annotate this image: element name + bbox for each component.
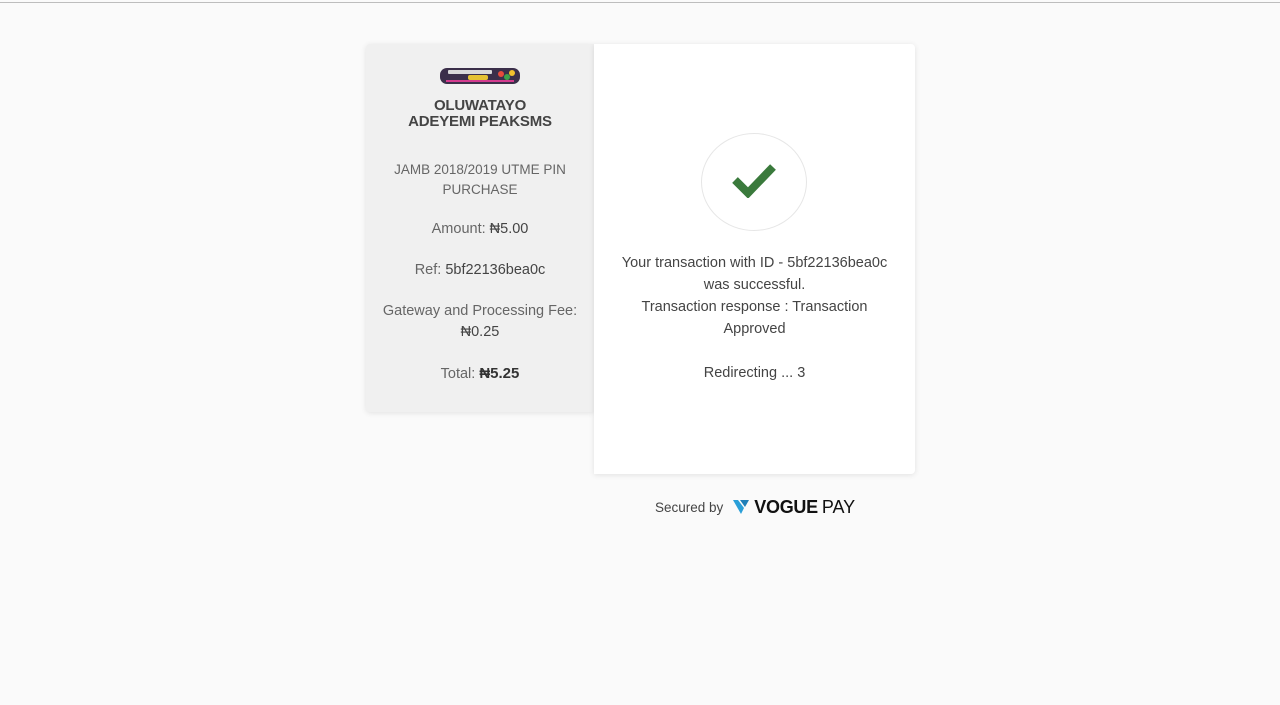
- voguepay-logo-icon: [733, 500, 750, 514]
- success-badge: [701, 133, 807, 231]
- order-summary-panel: OLUWATAYO ADEYEMI PEAKSMS JAMB 2018/2019…: [366, 44, 594, 412]
- status-line4: Approved: [723, 321, 786, 337]
- transaction-status-panel: Your transaction with ID - 5bf22136bea0c…: [594, 44, 915, 474]
- brand-name-light: PAY: [821, 496, 856, 517]
- total-row: Total: ₦5.25: [366, 363, 594, 385]
- total-value: ₦5.25: [479, 365, 520, 382]
- total-label: Total:: [440, 366, 476, 382]
- merchant-name-line2: ADEYEMI PEAKSMS: [408, 113, 552, 130]
- product-description: JAMB 2018/2019 UTME PIN PURCHASE: [394, 162, 566, 197]
- secured-by-footer: Secured by VOGUE PAY: [655, 496, 855, 518]
- brand-name-bold: VOGUE: [754, 496, 818, 517]
- voguepay-brand[interactable]: VOGUE PAY: [732, 497, 855, 518]
- ref-label: Ref:: [414, 262, 442, 278]
- merchant-logo: [440, 68, 520, 84]
- fee-label: Gateway and Processing Fee:: [382, 303, 578, 319]
- amount-value: ₦5.00: [489, 221, 529, 237]
- merchant-name: OLUWATAYO ADEYEMI PEAKSMS: [366, 98, 594, 130]
- checkmark-icon: [732, 164, 776, 198]
- top-divider: [0, 2, 1280, 3]
- amount-row: Amount: ₦5.00: [366, 219, 594, 240]
- status-line2: was successful.: [703, 277, 806, 293]
- secured-by-label: Secured by: [655, 499, 724, 515]
- amount-label: Amount:: [431, 221, 486, 237]
- status-line3: Transaction response : Transaction: [641, 299, 868, 315]
- ref-row: Ref: 5bf22136bea0c: [366, 260, 594, 281]
- fee-row: Gateway and Processing Fee: ₦0.25: [366, 301, 594, 343]
- status-message: Your transaction with ID - 5bf22136bea0c…: [600, 252, 909, 340]
- ref-value: 5bf22136bea0c: [445, 262, 546, 278]
- status-line1: Your transaction with ID - 5bf22136bea0c: [621, 255, 888, 271]
- fee-value: ₦0.25: [460, 324, 500, 340]
- merchant-name-line1: OLUWATAYO: [433, 97, 527, 114]
- redirect-countdown: Redirecting ... 3: [703, 365, 806, 381]
